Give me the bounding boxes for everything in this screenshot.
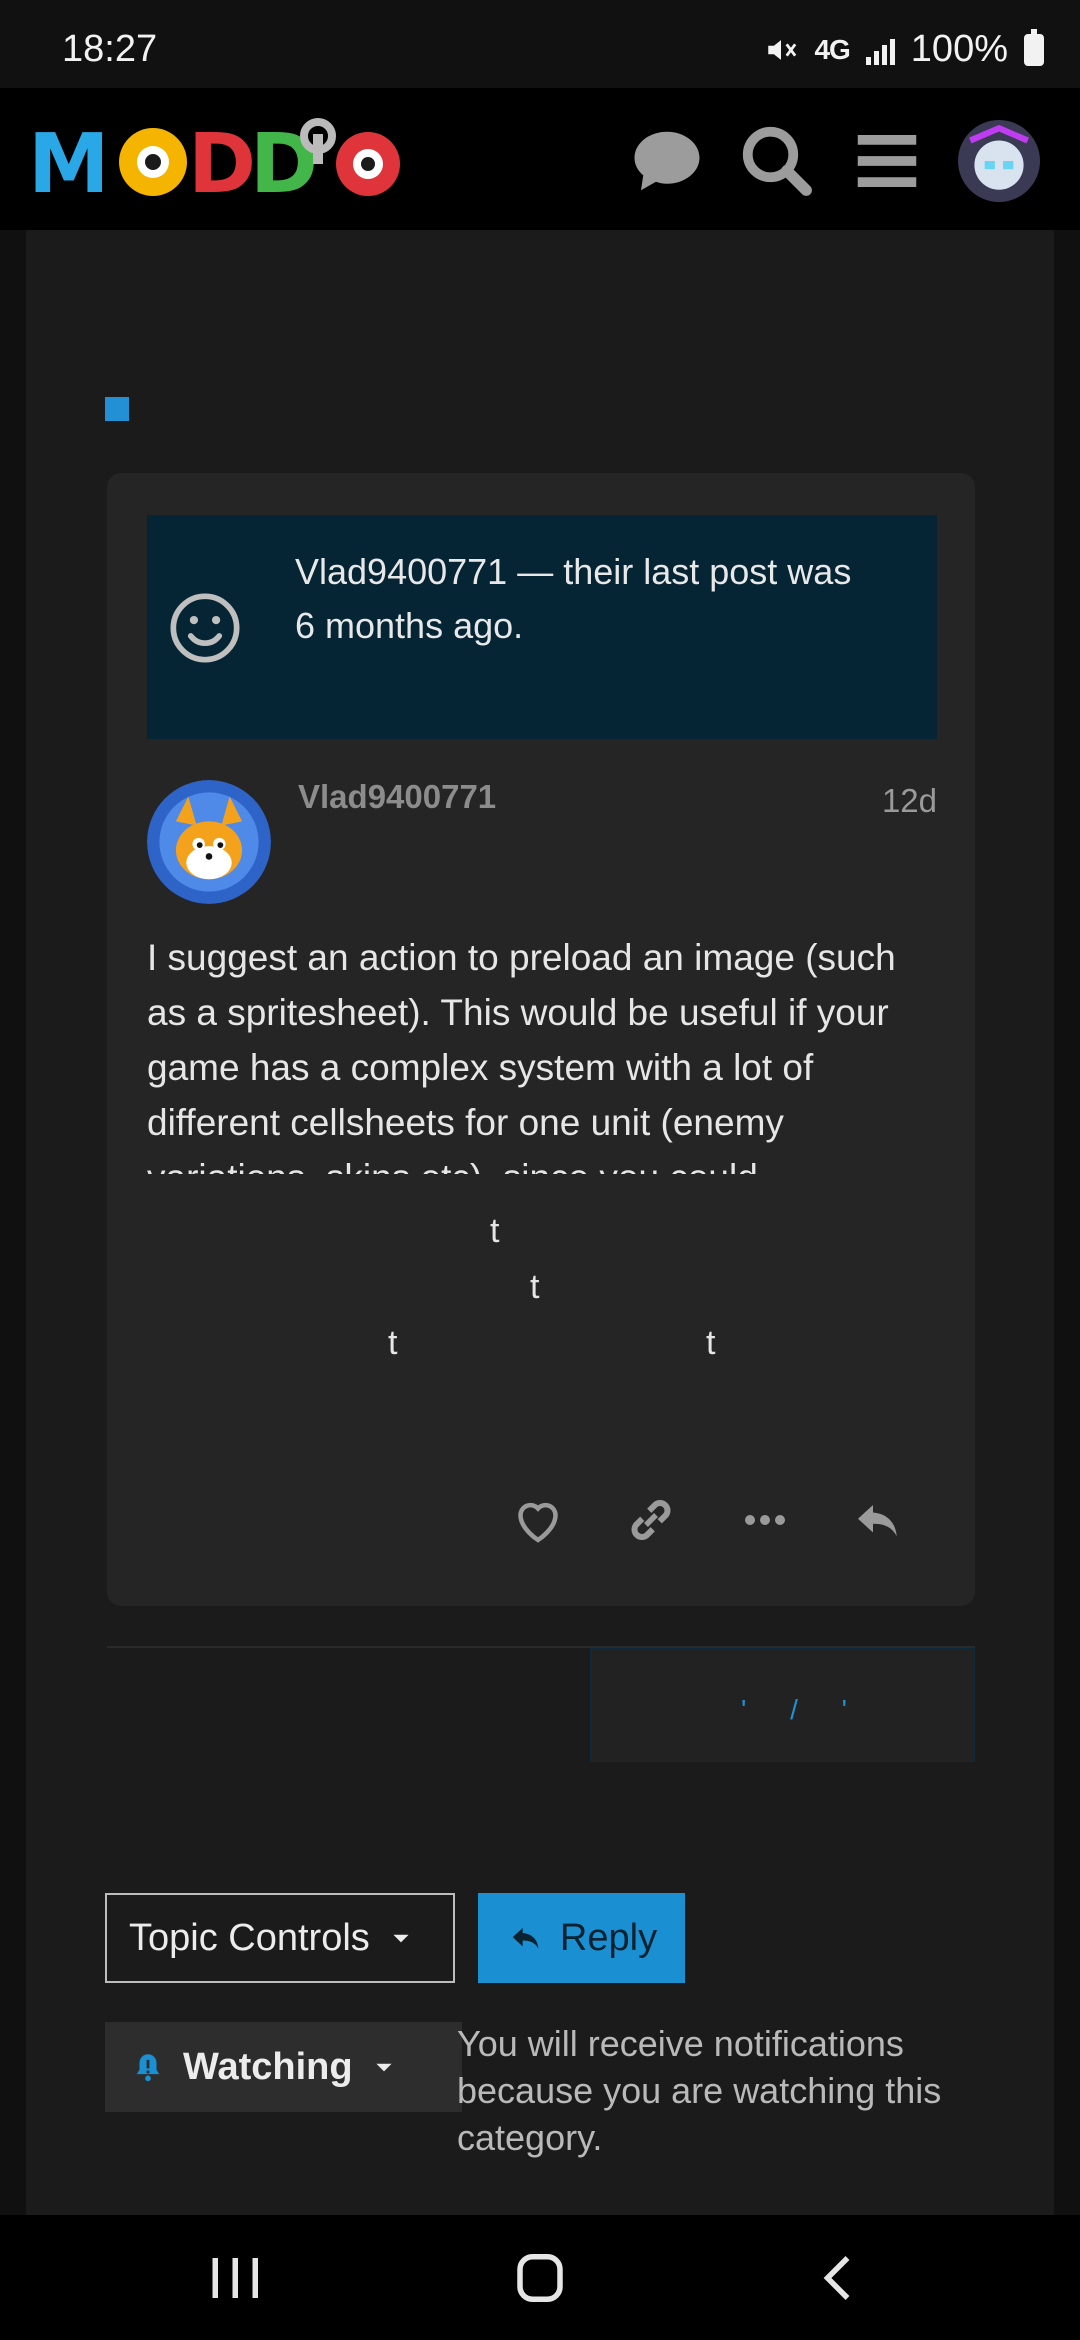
moddio-logo[interactable]: M D D — [28, 114, 408, 214]
home-icon[interactable] — [510, 2253, 570, 2303]
post-body: I suggest an action to preload an image … — [147, 937, 896, 1174]
reply-arrow-icon[interactable] — [848, 1490, 908, 1550]
topic-controls-label: Topic Controls — [129, 1916, 370, 1959]
back-icon[interactable] — [810, 2253, 870, 2303]
bell-icon — [136, 2054, 160, 2082]
author-username[interactable]: Vlad9400771 — [298, 778, 496, 816]
system-nav-bar — [0, 2215, 1080, 2340]
recent-apps-icon[interactable] — [205, 2253, 265, 2303]
status-time: 18:27 — [62, 28, 158, 70]
smiley-face-icon — [170, 593, 240, 663]
like-heart-icon[interactable] — [508, 1490, 568, 1550]
user-avatar[interactable] — [958, 120, 1040, 202]
search-icon[interactable] — [738, 122, 816, 200]
status-icons: 4G 100% — [764, 28, 1044, 71]
watching-description: You will receive notifications because y… — [457, 2023, 942, 2158]
text-fragment: t — [706, 1324, 716, 1362]
reply-label: Reply — [559, 1916, 658, 1959]
watching-label: Watching — [183, 2045, 353, 2088]
reply-arrow-icon — [512, 1928, 539, 1949]
text-fragment: t — [388, 1324, 398, 1362]
site-header: M D D — [0, 88, 1080, 230]
battery-percent: 100% — [910, 28, 1008, 70]
post-date[interactable]: 12d — [882, 782, 937, 820]
chevron-down-icon — [375, 2063, 392, 2072]
chevron-down-icon — [393, 1934, 409, 1943]
menu-icon[interactable] — [848, 122, 926, 200]
author-avatar[interactable] — [147, 780, 271, 904]
text-fragment: t — [530, 1268, 540, 1306]
text-fragment: t — [490, 1212, 500, 1250]
network-type: 4G — [814, 33, 850, 65]
inactivity-notice-content: Vlad9400771 — their last post was 6 mont… — [147, 515, 937, 739]
loading-indicator: ' / ' — [741, 1694, 866, 1725]
notice-partial-line: Vlad9400771 — their last post was — [295, 551, 852, 592]
mute-icon — [768, 39, 797, 60]
notice-text: Vlad9400771 — their last post was 6 mont… — [295, 551, 915, 683]
chat-icon[interactable] — [628, 122, 706, 200]
svg-text:M: M — [28, 117, 110, 212]
suggested-topics-placeholder[interactable]: ' / ' — [590, 1648, 975, 1762]
status-bar: 18:27 4G 100% — [0, 0, 1080, 88]
signal-icon — [865, 35, 895, 65]
reply-button[interactable]: Reply — [478, 1893, 685, 1983]
notification-level-button[interactable]: Watching — [105, 2022, 462, 2112]
topic-controls-button[interactable]: Topic Controls — [105, 1893, 455, 1983]
battery-icon — [1024, 28, 1044, 66]
left-gutter — [0, 230, 26, 2215]
svg-text:D: D — [188, 117, 256, 212]
right-gutter — [1054, 230, 1080, 2215]
copy-link-icon[interactable] — [621, 1490, 681, 1550]
notice-line: 6 months ago. — [295, 605, 524, 646]
category-badge[interactable] — [105, 397, 129, 421]
more-dots-icon[interactable] — [735, 1490, 795, 1550]
